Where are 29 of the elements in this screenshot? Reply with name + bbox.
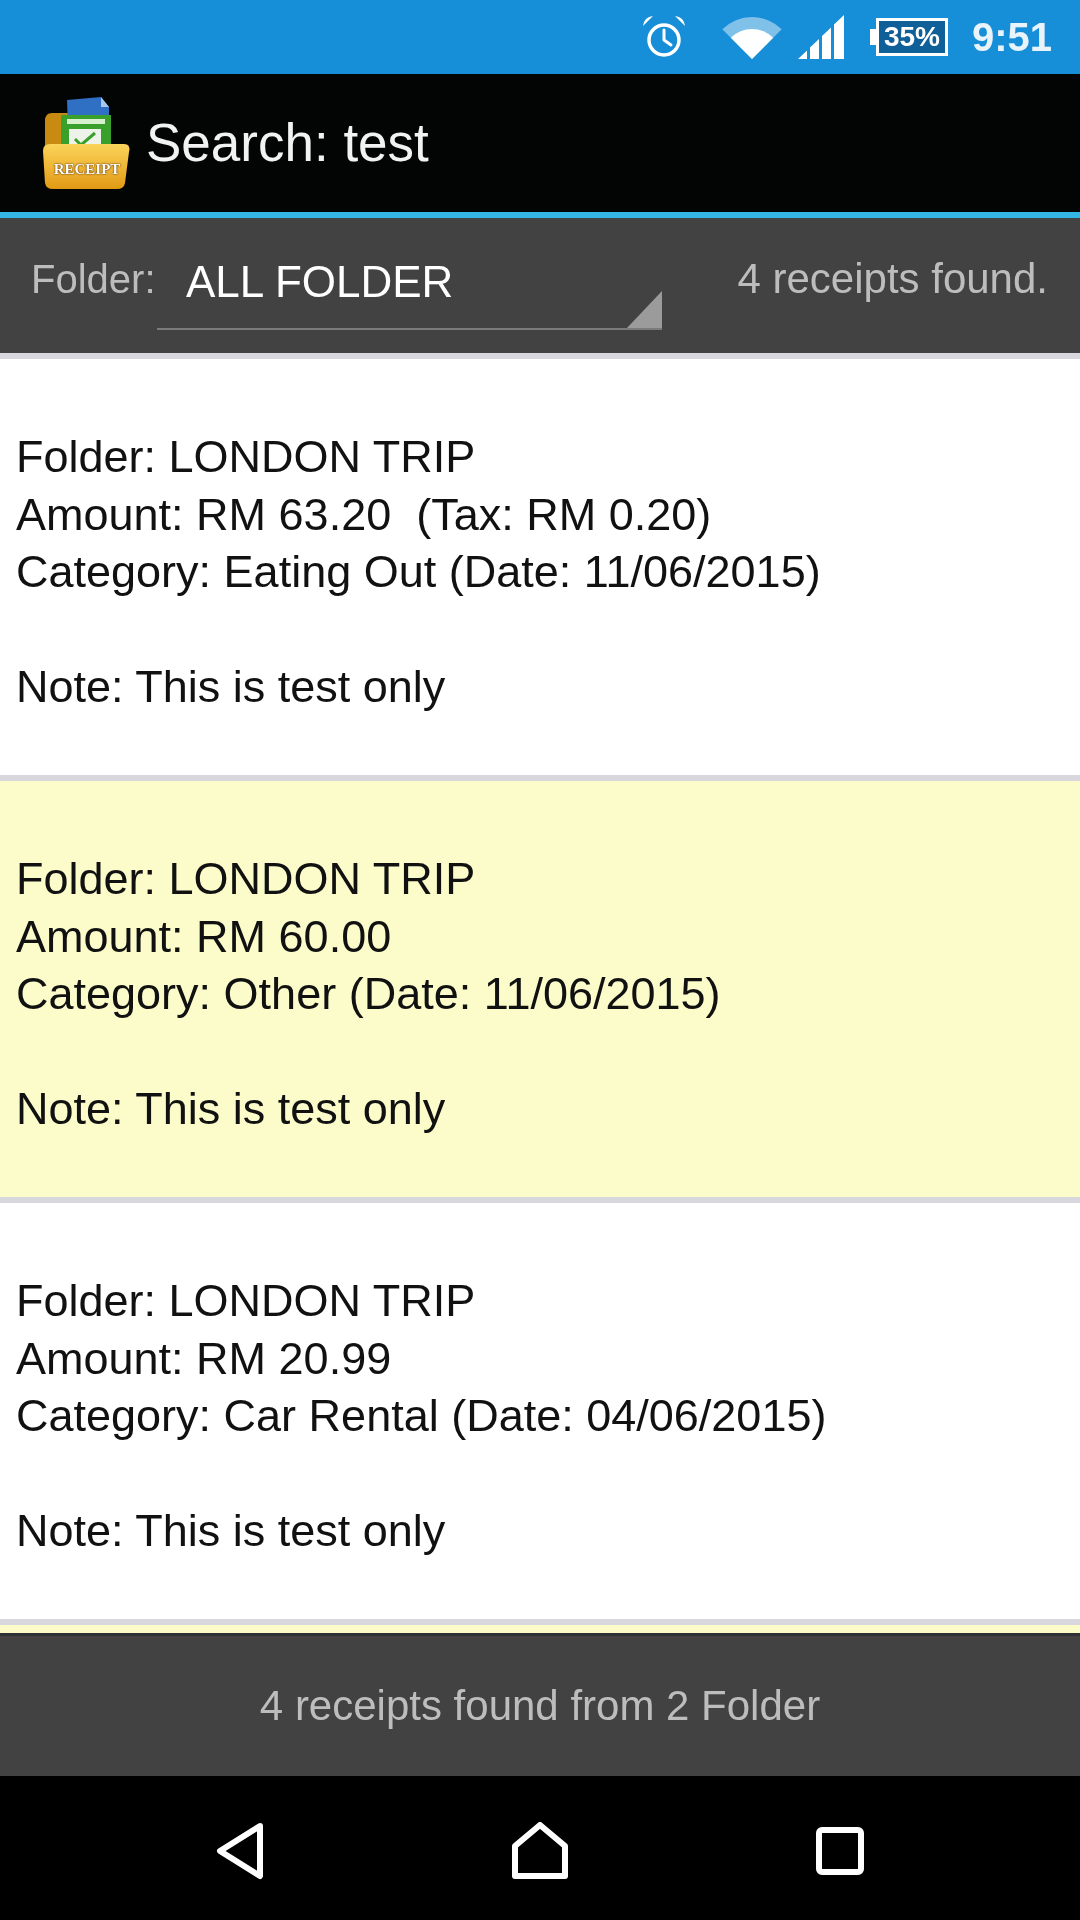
folder-label: Folder: [31, 256, 157, 303]
receipt-amount: Amount: RM 60.00 [16, 909, 392, 964]
battery-status: 35% [869, 18, 948, 56]
receipt-note: Note: This is test only [16, 1504, 446, 1558]
signal-bars-icon [797, 15, 844, 59]
alarm-clock-icon [641, 15, 686, 59]
receipt-category: Category: Car Rental (Date: 04/06/2015) [16, 1389, 827, 1443]
summary-text: 4 receipts found from 2 Folder [259, 1681, 821, 1731]
logo-text: RECEIPT [52, 159, 122, 178]
clock-time: 9:51 [971, 14, 1052, 61]
screen-title: Search: test [146, 112, 429, 174]
receipt-note: Note: This is test only [16, 1082, 446, 1136]
back-icon[interactable] [216, 1822, 264, 1880]
receipt-category: Category: Other (Date: 11/06/2015) [16, 967, 721, 1021]
receipt-list-item[interactable]: Folder: LONDON TRIP Amount: RM 60.00 Category: Other (Date: 11/06/2015) Note: This is test only [0, 781, 1080, 1197]
receipt-category: Category: Eating Out (Date: 11/06/2015) [16, 545, 821, 599]
receipt-folder: Folder: LONDON TRIP [16, 430, 476, 484]
receipt-folder: Folder: LONDON TRIP [16, 852, 476, 906]
wifi-icon [721, 14, 782, 60]
folder-dropdown[interactable]: ALL FOLDER [157, 250, 662, 330]
home-icon[interactable] [511, 1822, 569, 1880]
receipt-amount: Amount: RM 20.99 [16, 1331, 392, 1386]
result-count: 4 receipts found. [737, 255, 1048, 303]
receipt-note: Note: This is test only [16, 660, 446, 714]
receipt-folder: Folder: LONDON TRIP [16, 1274, 476, 1328]
receipt-folder-icon [41, 96, 131, 190]
dropdown-corner-icon [627, 291, 662, 328]
recents-icon[interactable] [816, 1827, 864, 1875]
receipt-amount: Amount: RM 63.20 (Tax: RM 0.20) [16, 487, 712, 542]
